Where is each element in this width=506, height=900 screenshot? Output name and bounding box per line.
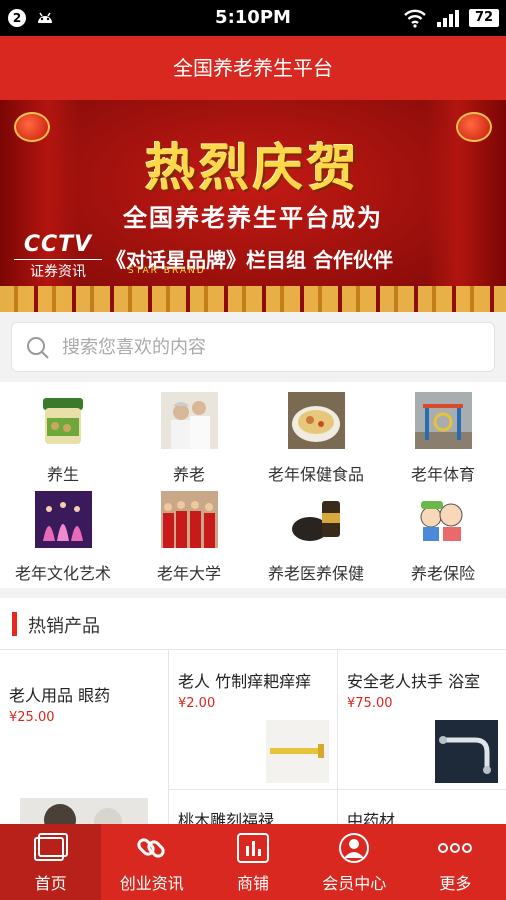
product-card[interactable]: 桃木雕刻福禄 <box>169 791 337 824</box>
status-bar: 2 5:10PM 72 <box>0 0 506 36</box>
product-column: 老人用品 眼药 ¥25.00 <box>0 650 169 824</box>
category-grid: 养生 养老 老年保健食品 老年体育 老年文化艺术 老年大学 养老医养保健 养老保… <box>0 382 506 588</box>
product-name: 老人 竹制痒耙痒痒 <box>178 672 312 691</box>
battery-indicator: 72 <box>469 9 499 27</box>
search-section <box>0 312 506 382</box>
more-icon <box>438 843 473 853</box>
user-icon <box>339 833 370 863</box>
tab-label: 首页 <box>34 874 67 893</box>
product-price: ¥75.00 <box>347 696 393 711</box>
tab-label: 更多 <box>439 874 472 893</box>
category-label: 老年大学 <box>156 564 221 583</box>
category-item[interactable]: 养老医养保健 <box>253 481 379 583</box>
category-label: 老年文化艺术 <box>14 564 111 583</box>
tab-label: 会员中心 <box>322 874 387 893</box>
product-price: ¥2.00 <box>178 696 216 711</box>
product-column: 老人 竹制痒耙痒痒 ¥2.00 桃木雕刻福禄 <box>169 650 338 824</box>
fitness-equipment-photo-icon <box>415 392 472 449</box>
group-photo-icon <box>161 491 218 548</box>
elderly-couple-photo-icon <box>161 392 218 449</box>
section-accent-bar <box>12 612 17 636</box>
category-item[interactable]: 老年体育 <box>380 382 506 484</box>
category-item[interactable]: 养老 <box>126 382 252 484</box>
tab-member-center[interactable]: 会员中心 <box>304 824 405 900</box>
bamboo-back-scratcher-image <box>266 720 329 783</box>
safety-handrail-image <box>435 720 498 783</box>
banner-border-decoration <box>0 286 506 312</box>
product-card[interactable]: 老人用品 眼药 ¥25.00 <box>0 650 168 824</box>
search-icon <box>27 337 49 359</box>
page-title: 全国养老养生平台 <box>0 36 506 100</box>
cctv-logo: CCTV 证券资讯 <box>14 232 102 281</box>
eye-drops-product-image <box>20 798 148 824</box>
product-card[interactable]: 老人 竹制痒耙痒痒 ¥2.00 <box>169 650 337 790</box>
section-title: 热销产品 <box>28 616 100 637</box>
signal-icon <box>437 10 459 27</box>
product-card[interactable]: 中药材 <box>338 791 506 824</box>
soup-bowl-photo-icon <box>288 392 345 449</box>
tab-label: 创业资讯 <box>119 874 184 893</box>
tab-shops[interactable]: 商铺 <box>202 824 303 900</box>
cctv-logo-sub: 证券资讯 <box>14 259 102 281</box>
product-grid: 老人用品 眼药 ¥25.00 老人 竹制痒耙痒痒 ¥2.00 桃木雕刻福禄 安全… <box>0 650 506 824</box>
category-item[interactable]: 养老保险 <box>380 481 506 583</box>
tab-label: 商铺 <box>237 874 270 893</box>
product-card[interactable]: 安全老人扶手 浴室 ¥75.00 <box>338 650 506 790</box>
link-icon <box>137 838 165 858</box>
banner-headline: 热烈庆贺 <box>145 139 361 197</box>
search-input[interactable] <box>62 323 482 371</box>
tab-more[interactable]: 更多 <box>405 824 506 900</box>
status-time: 5:10PM <box>215 7 291 28</box>
home-icon <box>33 833 68 861</box>
category-label: 养老医养保健 <box>267 564 364 583</box>
health-product-jar-icon <box>35 392 92 449</box>
banner-line1: 全国养老养生平台成为 <box>123 204 383 232</box>
category-item[interactable]: 老年文化艺术 <box>0 481 126 583</box>
cctv-logo-text: CCTV <box>23 232 93 257</box>
tab-business-news[interactable]: 创业资讯 <box>101 824 202 900</box>
product-name: 桃木雕刻福禄 <box>178 811 275 824</box>
product-name: 中药材 <box>347 811 396 824</box>
tab-home[interactable]: 首页 <box>0 824 102 900</box>
category-item[interactable]: 老年大学 <box>126 481 252 583</box>
promo-banner[interactable]: 热烈庆贺 全国养老养生平台成为 CCTV 证券资讯 《对话星品牌》栏目组 合作伙… <box>0 100 506 312</box>
shop-chart-icon <box>237 833 269 863</box>
cartoon-family-photo-icon <box>415 491 472 548</box>
product-column: 安全老人扶手 浴室 ¥75.00 中药材 <box>338 650 506 824</box>
product-price: ¥25.00 <box>9 710 55 725</box>
search-box[interactable] <box>11 322 495 372</box>
wifi-icon <box>404 9 426 28</box>
bottom-tab-bar: 首页 创业资讯 商铺 会员中心 更多 <box>0 824 506 900</box>
category-item[interactable]: 养生 <box>0 382 126 484</box>
app-screen: 2 5:10PM 72 全国养老养生平台 热烈庆贺 全国养老养生平台成为 CCT… <box>0 0 506 900</box>
herbal-product-photo-icon <box>288 491 345 548</box>
product-name: 安全老人扶手 浴室 <box>347 672 481 691</box>
category-item[interactable]: 老年保健食品 <box>253 382 379 484</box>
product-name: 老人用品 眼药 <box>9 686 111 705</box>
category-label: 养老保险 <box>410 564 475 583</box>
hot-products-header: 热销产品 <box>0 598 506 650</box>
banner-brand-en: STAR BRAND <box>128 266 206 276</box>
dance-performance-photo-icon <box>35 491 92 548</box>
